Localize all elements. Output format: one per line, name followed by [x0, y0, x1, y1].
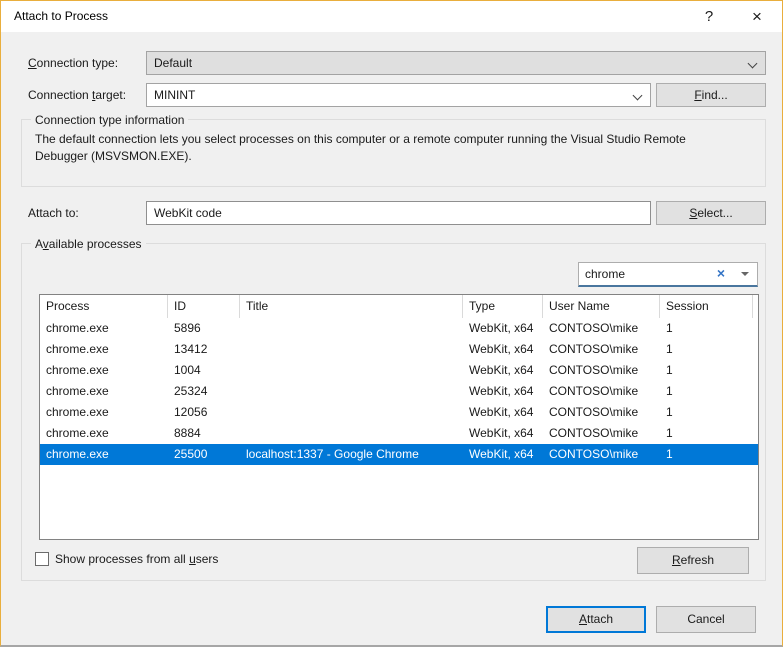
- clear-search-icon[interactable]: ×: [713, 263, 729, 284]
- cell-spacer: [753, 360, 759, 381]
- cell-spacer: [753, 381, 759, 402]
- cell-type: WebKit, x64: [463, 402, 543, 423]
- connection-target-value: MININT: [154, 88, 195, 102]
- available-processes-legend: Available processes: [31, 236, 146, 252]
- attach-to-label: Attach to:: [28, 201, 79, 225]
- cell-title: localhost:1337 - Google Chrome: [240, 444, 463, 465]
- process-list: chrome.exe 5896 WebKit, x64 CONTOSO\mike…: [40, 318, 758, 465]
- checkbox-icon[interactable]: [35, 552, 49, 566]
- column-header-username[interactable]: User Name: [543, 295, 660, 318]
- cell-type: WebKit, x64: [463, 318, 543, 339]
- dialog-title: Attach to Process: [14, 1, 108, 32]
- cell-spacer: [753, 444, 759, 465]
- cell-id: 13412: [168, 339, 240, 360]
- find-button[interactable]: Find...: [656, 83, 766, 107]
- table-row[interactable]: chrome.exe 1004 WebKit, x64 CONTOSO\mike…: [40, 360, 758, 381]
- cell-type: WebKit, x64: [463, 423, 543, 444]
- cell-id: 25324: [168, 381, 240, 402]
- title-bar: Attach to Process ? ×: [1, 1, 782, 32]
- process-filter-box: ×: [578, 262, 758, 287]
- chevron-down-icon: [633, 91, 643, 101]
- table-row[interactable]: chrome.exe 8884 WebKit, x64 CONTOSO\mike…: [40, 423, 758, 444]
- column-header-type[interactable]: Type: [463, 295, 543, 318]
- select-button[interactable]: Select...: [656, 201, 766, 225]
- table-row[interactable]: chrome.exe 25324 WebKit, x64 CONTOSO\mik…: [40, 381, 758, 402]
- column-header-process[interactable]: Process: [40, 295, 168, 318]
- cell-username: CONTOSO\mike: [543, 360, 660, 381]
- cell-session: 1: [660, 318, 753, 339]
- process-table-header: Process ID Title Type User Name Session: [40, 295, 758, 318]
- cell-username: CONTOSO\mike: [543, 444, 660, 465]
- cell-username: CONTOSO\mike: [543, 339, 660, 360]
- process-filter-input[interactable]: [579, 263, 719, 284]
- attach-to-field[interactable]: WebKit code: [146, 201, 651, 225]
- table-row[interactable]: chrome.exe 12056 WebKit, x64 CONTOSO\mik…: [40, 402, 758, 423]
- help-icon[interactable]: ?: [692, 1, 726, 32]
- cell-session: 1: [660, 381, 753, 402]
- show-all-users-label: Show processes from all users: [55, 552, 218, 566]
- cell-title: [240, 402, 463, 423]
- cell-process: chrome.exe: [40, 423, 168, 444]
- cell-spacer: [753, 402, 759, 423]
- cell-spacer: [753, 423, 759, 444]
- cell-username: CONTOSO\mike: [543, 402, 660, 423]
- cell-spacer: [753, 339, 759, 360]
- cell-type: WebKit, x64: [463, 339, 543, 360]
- connection-type-label: Connection type:: [28, 51, 118, 75]
- connection-info-text: The default connection lets you select p…: [35, 131, 715, 165]
- attach-to-value: WebKit code: [154, 206, 222, 220]
- cell-process: chrome.exe: [40, 402, 168, 423]
- connection-info-legend: Connection type information: [31, 112, 188, 128]
- connection-target-combobox[interactable]: MININT: [146, 83, 651, 107]
- cell-type: WebKit, x64: [463, 381, 543, 402]
- cell-process: chrome.exe: [40, 360, 168, 381]
- process-table[interactable]: Process ID Title Type User Name Session …: [39, 294, 759, 540]
- cell-title: [240, 423, 463, 444]
- cell-id: 1004: [168, 360, 240, 381]
- connection-info-groupbox: Connection type information The default …: [21, 119, 766, 187]
- cell-session: 1: [660, 444, 753, 465]
- cell-session: 1: [660, 423, 753, 444]
- cell-username: CONTOSO\mike: [543, 381, 660, 402]
- cell-process: chrome.exe: [40, 318, 168, 339]
- cell-title: [240, 381, 463, 402]
- search-dropdown-icon[interactable]: [741, 272, 749, 276]
- chevron-down-icon: [748, 59, 758, 69]
- attach-to-process-dialog: Attach to Process ? × Connection type: D…: [0, 0, 783, 647]
- cell-id: 12056: [168, 402, 240, 423]
- table-row[interactable]: chrome.exe 25500 localhost:1337 - Google…: [40, 444, 758, 465]
- cell-session: 1: [660, 402, 753, 423]
- column-header-session[interactable]: Session: [660, 295, 753, 318]
- cell-session: 1: [660, 339, 753, 360]
- show-all-users-checkbox-row[interactable]: Show processes from all users: [35, 550, 218, 568]
- cell-process: chrome.exe: [40, 444, 168, 465]
- attach-button[interactable]: Attach: [546, 606, 646, 633]
- cell-type: WebKit, x64: [463, 360, 543, 381]
- table-row[interactable]: chrome.exe 13412 WebKit, x64 CONTOSO\mik…: [40, 339, 758, 360]
- close-icon[interactable]: ×: [740, 1, 774, 32]
- cell-type: WebKit, x64: [463, 444, 543, 465]
- cell-username: CONTOSO\mike: [543, 423, 660, 444]
- cell-title: [240, 339, 463, 360]
- connection-type-dropdown[interactable]: Default: [146, 51, 766, 75]
- cell-session: 1: [660, 360, 753, 381]
- column-header-id[interactable]: ID: [168, 295, 240, 318]
- column-header-title[interactable]: Title: [240, 295, 463, 318]
- refresh-button[interactable]: Refresh: [637, 547, 749, 574]
- cell-spacer: [753, 318, 759, 339]
- cell-title: [240, 360, 463, 381]
- cell-id: 8884: [168, 423, 240, 444]
- column-header-spacer: [753, 295, 759, 318]
- table-row[interactable]: chrome.exe 5896 WebKit, x64 CONTOSO\mike…: [40, 318, 758, 339]
- connection-type-value: Default: [154, 56, 192, 70]
- cell-id: 25500: [168, 444, 240, 465]
- cell-title: [240, 318, 463, 339]
- cell-id: 5896: [168, 318, 240, 339]
- cancel-button[interactable]: Cancel: [656, 606, 756, 633]
- cell-process: chrome.exe: [40, 381, 168, 402]
- cell-username: CONTOSO\mike: [543, 318, 660, 339]
- connection-target-label: Connection target:: [28, 83, 126, 107]
- available-processes-groupbox: Available processes × Process ID Title T…: [21, 243, 766, 581]
- cell-process: chrome.exe: [40, 339, 168, 360]
